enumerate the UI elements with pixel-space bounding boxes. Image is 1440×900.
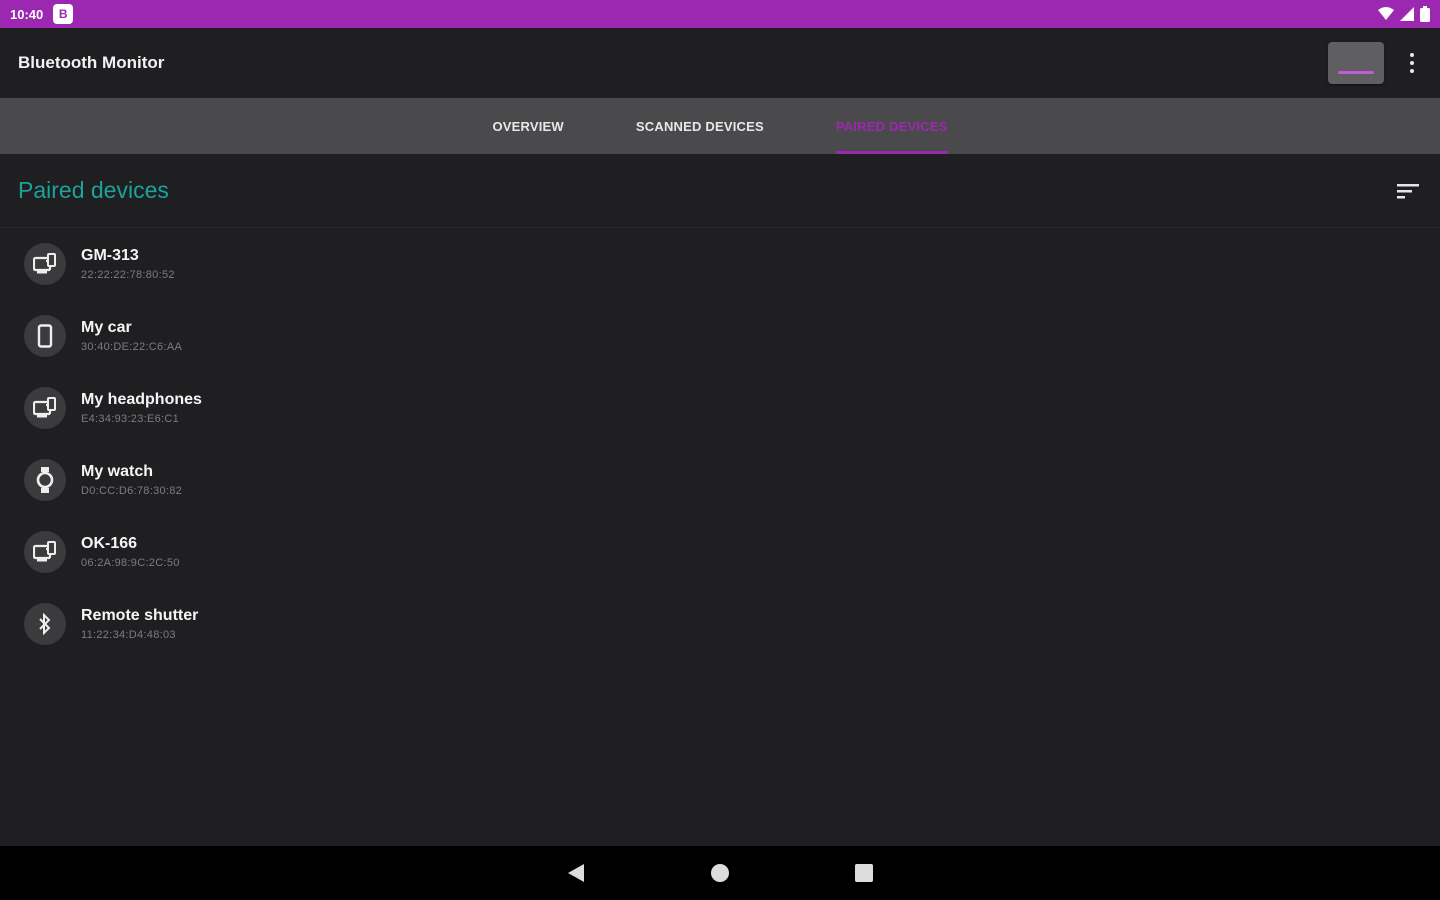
- sort-icon[interactable]: [1396, 179, 1420, 203]
- back-icon[interactable]: [564, 861, 588, 885]
- app-title: Bluetooth Monitor: [18, 53, 165, 72]
- status-icons: [1378, 6, 1430, 22]
- device-address: 30:40:DE:22:C6:AA: [81, 341, 183, 353]
- device-address: 11:22:34:D4:48:03: [81, 629, 176, 641]
- bluetooth-icon: [24, 603, 66, 645]
- toggle-button[interactable]: [1328, 42, 1384, 84]
- phone-icon: [24, 315, 66, 357]
- device-text: GM-313 22:22:22:78:80:52: [81, 246, 175, 282]
- phonelink-icon: [24, 387, 66, 429]
- system-nav-bar: [0, 846, 1440, 900]
- device-name: My car: [81, 319, 132, 336]
- cellular-signal-icon: [1400, 7, 1414, 21]
- device-address: 06:2A:98:9C:2C:50: [81, 557, 180, 569]
- toggle-indicator: [1338, 71, 1374, 74]
- device-name: GM-313: [81, 247, 139, 264]
- status-bar: 10:40 B: [0, 0, 1440, 28]
- app-notification-icon: B: [53, 4, 74, 24]
- device-text: My car 30:40:DE:22:C6:AA: [81, 318, 182, 354]
- device-text: My watch D0:CC:D6:78:30:82: [81, 462, 182, 498]
- list-item[interactable]: GM-313 22:22:22:78:80:52: [0, 228, 1440, 300]
- section-header: Paired devices: [0, 154, 1440, 228]
- phonelink-icon: [24, 243, 66, 285]
- watch-icon: [24, 459, 66, 501]
- paired-device-list: GM-313 22:22:22:78:80:52 My car 30:40:DE…: [0, 228, 1440, 660]
- more-vert-icon[interactable]: [1402, 43, 1422, 83]
- device-name: Remote shutter: [81, 607, 199, 624]
- device-name: My watch: [81, 463, 154, 480]
- recents-icon[interactable]: [852, 861, 876, 885]
- device-text: My headphones E4:34:93:23:E6:C1: [81, 390, 202, 426]
- list-item[interactable]: My watch D0:CC:D6:78:30:82: [0, 444, 1440, 516]
- device-address: E4:34:93:23:E6:C1: [81, 413, 180, 425]
- list-item[interactable]: My car 30:40:DE:22:C6:AA: [0, 300, 1440, 372]
- device-name: OK-166: [81, 535, 138, 552]
- tab-bar: OVERVIEW SCANNED DEVICES PAIRED DEVICES: [0, 98, 1440, 154]
- battery-icon: [1420, 6, 1430, 22]
- status-time: 10:40: [10, 6, 44, 22]
- home-icon[interactable]: [708, 861, 732, 885]
- list-item[interactable]: My headphones E4:34:93:23:E6:C1: [0, 372, 1440, 444]
- list-item[interactable]: Remote shutter 11:22:34:D4:48:03: [0, 588, 1440, 660]
- tab-scanned-devices[interactable]: SCANNED DEVICES: [600, 98, 800, 154]
- wifi-icon: [1378, 7, 1394, 20]
- list-item[interactable]: OK-166 06:2A:98:9C:2C:50: [0, 516, 1440, 588]
- device-text: OK-166 06:2A:98:9C:2C:50: [81, 534, 180, 570]
- status-left: 10:40 B: [10, 4, 74, 24]
- tab-overview[interactable]: OVERVIEW: [456, 98, 599, 154]
- section-title: Paired devices: [18, 177, 169, 203]
- app-bar: Bluetooth Monitor: [0, 28, 1440, 98]
- device-name: My headphones: [81, 391, 202, 408]
- device-address: 22:22:22:78:80:52: [81, 269, 175, 281]
- phonelink-icon: [24, 531, 66, 573]
- tab-paired-devices[interactable]: PAIRED DEVICES: [800, 98, 984, 154]
- device-address: D0:CC:D6:78:30:82: [81, 485, 183, 497]
- device-text: Remote shutter 11:22:34:D4:48:03: [81, 606, 198, 642]
